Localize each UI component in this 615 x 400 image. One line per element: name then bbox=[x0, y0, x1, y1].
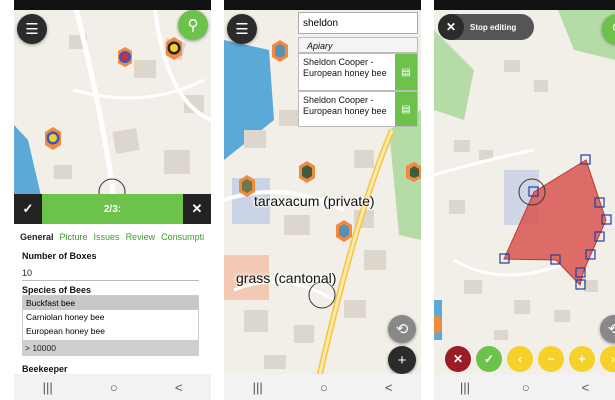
form-header: ✓ 2/3: ✕ bbox=[14, 194, 211, 224]
android-navbar: ||| ○ < bbox=[14, 374, 211, 400]
species-option[interactable]: European honey bee bbox=[23, 324, 198, 338]
rotation-lock-icon: ⟲ bbox=[607, 321, 615, 338]
back-icon[interactable]: < bbox=[581, 380, 589, 395]
menu-button[interactable]: ☰ bbox=[227, 14, 257, 44]
home-icon[interactable]: ○ bbox=[320, 380, 328, 395]
remove-vertex-button[interactable]: − bbox=[538, 346, 564, 372]
plus-icon: + bbox=[578, 352, 586, 366]
species-option[interactable]: Carniolan honey bee bbox=[23, 310, 198, 324]
android-navbar: ||| ○ < bbox=[434, 374, 615, 400]
save-edit-button[interactable]: ✓ bbox=[476, 346, 502, 372]
form-icon: ▤ bbox=[401, 103, 411, 115]
close-icon: ✕ bbox=[438, 14, 464, 40]
species-list[interactable]: Buckfast bee Carniolan honey bee Europea… bbox=[22, 295, 199, 341]
close-button[interactable]: ✕ bbox=[183, 194, 211, 224]
search-button[interactable]: ⚲ bbox=[178, 10, 208, 40]
close-icon: ✕ bbox=[452, 352, 464, 366]
open-form-button[interactable]: ▤ bbox=[395, 54, 417, 90]
menu-icon: ☰ bbox=[235, 21, 249, 38]
recent-apps-icon[interactable]: ||| bbox=[460, 380, 470, 395]
plus-icon: + bbox=[397, 351, 407, 369]
chevron-left-icon: ‹ bbox=[518, 352, 522, 366]
species-option[interactable]: Buckfast bee bbox=[23, 296, 198, 310]
search-input[interactable]: sheldon bbox=[298, 12, 418, 34]
screen-form: ☰ ⚲ ✓ 2/3: ✕ General Picture Issues Review C… bbox=[14, 0, 211, 400]
rotation-lock-icon: ⟲ bbox=[395, 321, 409, 338]
form-tabs: General Picture Issues Review Consumpti bbox=[20, 232, 210, 242]
chevron-right-icon: › bbox=[611, 352, 615, 366]
beekeeper-label: Beekeeper bbox=[22, 364, 68, 374]
status-bar bbox=[434, 0, 615, 10]
search-icon: ⚲ bbox=[187, 17, 199, 34]
apiary-marker[interactable] bbox=[406, 162, 421, 182]
tab-issues[interactable]: Issues bbox=[94, 232, 120, 242]
stop-editing-button[interactable]: ✕ Stop editing bbox=[438, 14, 534, 40]
colony-size-value: > 10000 bbox=[25, 343, 56, 353]
recent-apps-icon[interactable]: ||| bbox=[43, 380, 53, 395]
recent-apps-icon[interactable]: ||| bbox=[253, 380, 263, 395]
map-label: taraxacum (private) bbox=[254, 193, 375, 209]
num-boxes-input[interactable]: 10 bbox=[22, 268, 32, 278]
search-icon: ⚲ bbox=[612, 20, 615, 38]
feature-counter: 2/3: bbox=[103, 203, 122, 215]
confirm-button[interactable]: ✓ bbox=[14, 194, 42, 224]
minus-icon: − bbox=[547, 352, 555, 366]
result-category: Apiary bbox=[298, 37, 418, 53]
add-vertex-button[interactable]: + bbox=[569, 346, 595, 372]
back-icon[interactable]: < bbox=[385, 380, 393, 395]
species-label: Species of Bees bbox=[22, 285, 92, 295]
divider bbox=[22, 280, 199, 281]
tab-consumption[interactable]: Consumpti bbox=[161, 232, 204, 242]
cancel-edit-button[interactable]: ✕ bbox=[445, 346, 471, 372]
android-navbar: ||| ○ < bbox=[224, 374, 421, 400]
tab-picture[interactable]: Picture bbox=[60, 232, 88, 242]
open-form-button[interactable]: ▤ bbox=[395, 92, 417, 126]
screen-edit-geometry: ✕ Stop editing ⚲ ⟲ ✕ ✓ ‹ − + › ||| ○ < bbox=[434, 0, 615, 400]
form-icon: ▤ bbox=[401, 66, 411, 78]
home-icon[interactable]: ○ bbox=[522, 380, 530, 395]
apiary-marker[interactable] bbox=[118, 47, 132, 67]
check-icon: ✓ bbox=[22, 201, 34, 216]
back-icon[interactable]: < bbox=[175, 380, 183, 395]
map-background[interactable] bbox=[434, 0, 615, 400]
screen-search: ☰ sheldon Apiary Sheldon Cooper - Europe… bbox=[224, 0, 421, 400]
status-bar bbox=[224, 0, 421, 10]
num-boxes-label: Number of Boxes bbox=[22, 251, 97, 261]
previous-vertex-button[interactable]: ‹ bbox=[507, 346, 533, 372]
rotation-lock-button[interactable]: ⟲ bbox=[388, 315, 416, 343]
map-label: grass (cantonal) bbox=[236, 270, 337, 286]
stop-editing-label: Stop editing bbox=[470, 22, 517, 32]
close-icon: ✕ bbox=[191, 201, 203, 216]
add-feature-button[interactable]: + bbox=[388, 346, 416, 374]
search-result[interactable]: Sheldon Cooper - European honey bee ▤ bbox=[298, 91, 418, 127]
search-result[interactable]: Sheldon Cooper - European honey bee ▤ bbox=[298, 53, 418, 91]
tab-general[interactable]: General bbox=[20, 232, 54, 242]
menu-button[interactable]: ☰ bbox=[17, 14, 47, 44]
menu-icon: ☰ bbox=[25, 21, 39, 38]
tab-review[interactable]: Review bbox=[126, 232, 156, 242]
check-icon: ✓ bbox=[483, 352, 495, 366]
colony-size-select[interactable]: > 10000 bbox=[22, 340, 199, 356]
status-bar bbox=[14, 0, 211, 10]
home-icon[interactable]: ○ bbox=[110, 380, 118, 395]
